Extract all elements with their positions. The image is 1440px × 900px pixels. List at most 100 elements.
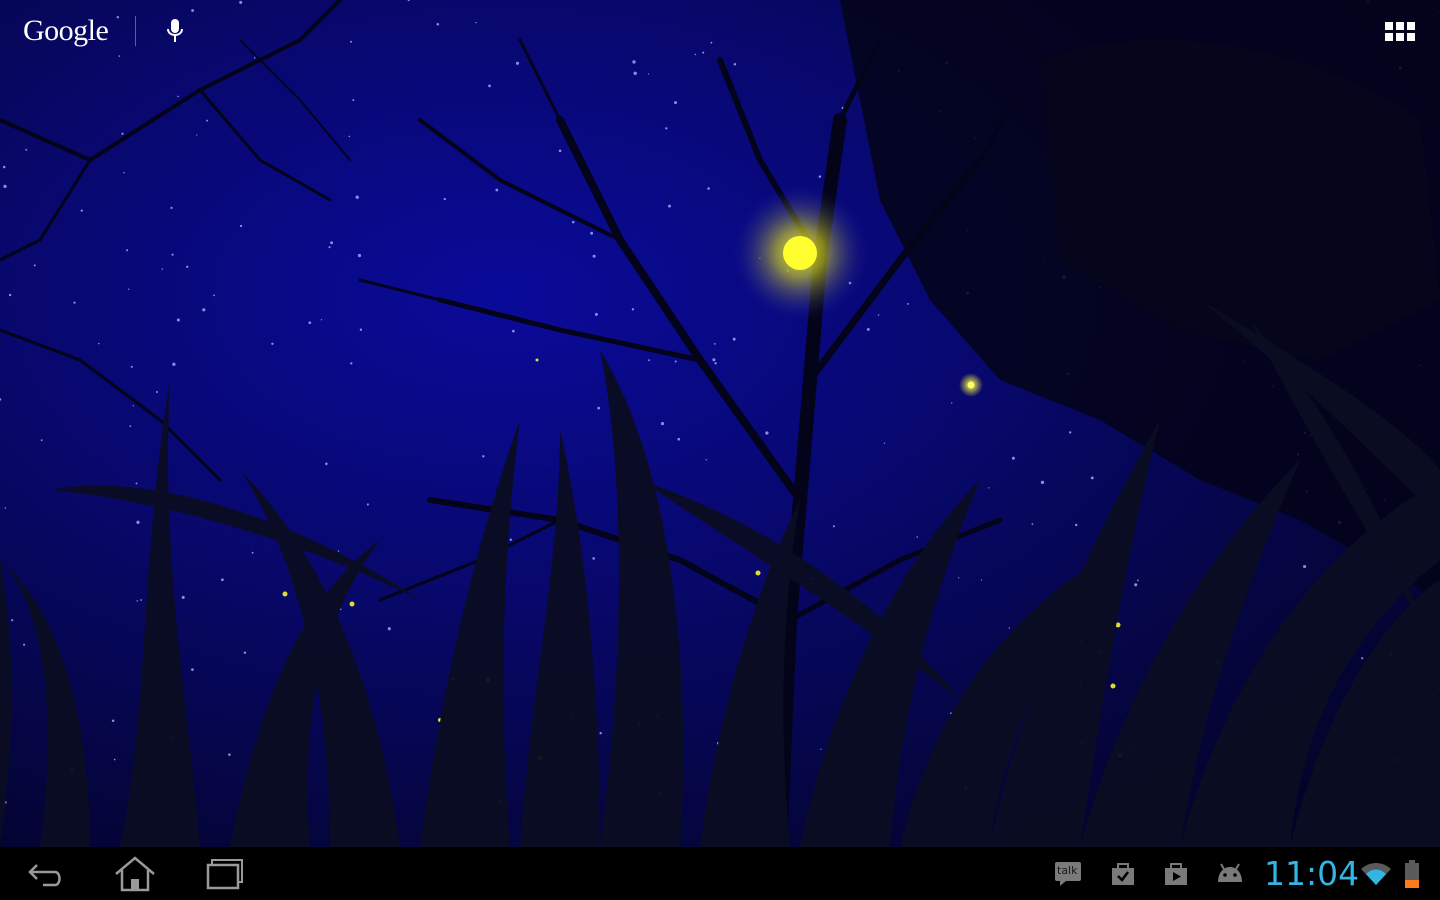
star [916, 536, 919, 538]
star [710, 41, 713, 44]
star [80, 209, 83, 212]
star [128, 288, 130, 290]
star [883, 442, 886, 444]
star [877, 314, 880, 316]
star [111, 719, 115, 722]
star [228, 753, 231, 756]
star [155, 390, 159, 394]
star [243, 651, 247, 654]
star [594, 312, 598, 316]
star [328, 246, 331, 249]
star [0, 398, 2, 401]
star [98, 342, 100, 345]
battery-icon[interactable] [1404, 859, 1420, 889]
microphone-icon[interactable] [163, 16, 187, 46]
star [1074, 523, 1078, 527]
android-debug-icon[interactable] [1215, 859, 1245, 889]
star [1008, 627, 1010, 629]
star [632, 60, 636, 64]
play-store-icon[interactable] [1163, 859, 1189, 889]
star [1134, 583, 1138, 587]
google-logo[interactable]: Google [23, 16, 109, 46]
star [340, 608, 342, 611]
star [495, 188, 499, 192]
star [950, 712, 952, 714]
star [202, 308, 206, 312]
star [123, 171, 125, 174]
star [951, 402, 953, 404]
star [482, 455, 485, 458]
star [633, 71, 637, 75]
star [170, 206, 173, 210]
star [387, 627, 391, 631]
star [648, 359, 650, 362]
star [355, 195, 359, 199]
star [191, 668, 194, 671]
star [1361, 657, 1364, 660]
google-search-widget[interactable]: Google [0, 0, 187, 62]
star [25, 148, 28, 151]
star [599, 731, 602, 735]
star [674, 101, 677, 105]
star [705, 459, 707, 461]
star [1011, 456, 1015, 460]
star [359, 328, 363, 331]
star [251, 551, 254, 554]
back-icon[interactable] [22, 853, 68, 895]
star [765, 431, 769, 435]
wallpaper-scene [0, 0, 1440, 847]
star [11, 619, 14, 622]
star [668, 204, 671, 208]
star [8, 293, 12, 297]
star [366, 503, 369, 506]
star [3, 184, 7, 189]
star [436, 22, 440, 26]
star [515, 61, 520, 65]
star [253, 57, 256, 59]
star [191, 9, 195, 12]
star [988, 487, 990, 489]
star [733, 63, 737, 66]
star [320, 319, 323, 321]
star [130, 365, 133, 368]
star [181, 595, 185, 599]
star [136, 600, 139, 602]
star [161, 268, 164, 270]
star [597, 406, 600, 410]
star [475, 21, 477, 24]
star [820, 748, 822, 750]
star [1069, 431, 1072, 434]
star [647, 73, 650, 75]
star [337, 550, 340, 552]
live-wallpaper [0, 0, 1440, 847]
star [348, 135, 351, 138]
star [592, 557, 596, 560]
star [4, 507, 7, 509]
clock[interactable]: 11:04 [1264, 853, 1359, 895]
star [488, 84, 491, 88]
star [713, 343, 716, 345]
star [818, 175, 822, 178]
star [140, 599, 143, 601]
home-icon[interactable] [110, 853, 160, 895]
app-grid-icon[interactable] [1385, 22, 1415, 42]
star [732, 337, 736, 341]
star [1040, 480, 1045, 485]
star [176, 318, 180, 322]
task-bag-icon[interactable] [1110, 859, 1136, 889]
star [73, 301, 76, 304]
system-bar: talk 11:04 [0, 847, 1440, 900]
star [1090, 476, 1094, 480]
star [590, 231, 594, 235]
recent-apps-icon[interactable] [202, 853, 248, 895]
wifi-icon[interactable] [1360, 859, 1392, 889]
star [213, 294, 215, 297]
star [271, 342, 274, 346]
star [558, 149, 562, 153]
star [357, 253, 362, 258]
star [221, 578, 224, 582]
star [1031, 523, 1034, 525]
star [325, 462, 328, 466]
star [33, 264, 36, 267]
star [177, 95, 179, 98]
